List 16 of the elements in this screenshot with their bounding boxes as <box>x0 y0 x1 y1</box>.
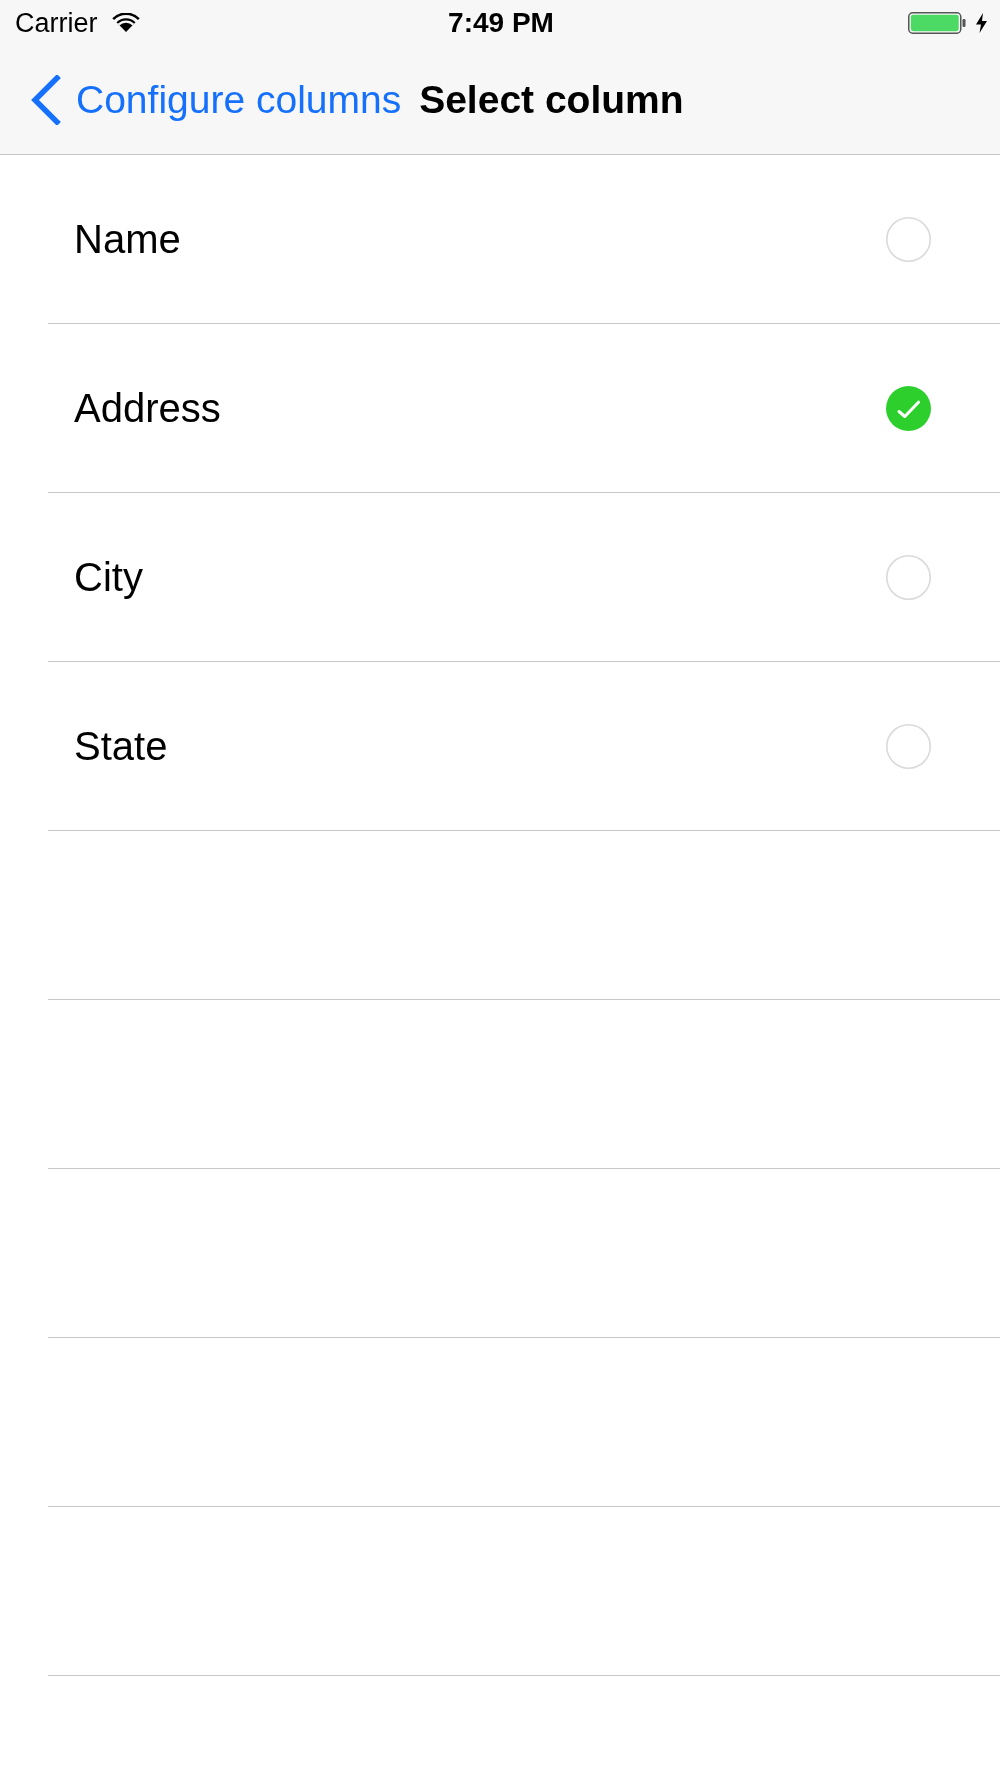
column-option[interactable]: Name <box>74 215 181 263</box>
back-chevron-icon <box>30 74 61 125</box>
charging-bolt-icon <box>976 12 987 33</box>
wifi-icon <box>111 12 140 33</box>
back-button[interactable]: Configure columns <box>30 74 402 125</box>
empty-circle-icon[interactable] <box>886 723 931 769</box>
column-option[interactable]: City <box>74 553 143 601</box>
empty-circle-icon[interactable] <box>886 216 931 262</box>
battery-icon <box>908 11 966 34</box>
column-option[interactable]: Address <box>74 384 221 432</box>
carrier-name: Carrier <box>15 6 98 39</box>
screen-title: Select column <box>419 76 684 123</box>
empty-circle-icon[interactable] <box>886 554 931 600</box>
checked-circle-icon[interactable] <box>886 385 931 431</box>
status-time: 7:49 PM <box>448 6 554 39</box>
column-option[interactable]: State <box>74 722 168 770</box>
